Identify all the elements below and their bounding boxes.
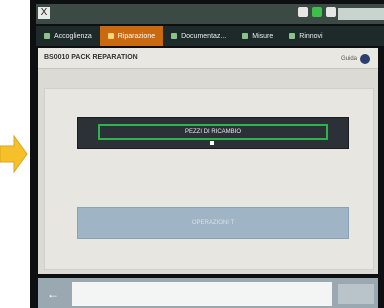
tab-label: Rinnovi xyxy=(299,32,323,40)
help-label: Guida xyxy=(340,56,357,62)
spare-parts-button[interactable]: PEZZI DI RICAMBIO xyxy=(77,117,349,149)
tab-icon xyxy=(44,33,50,39)
main-screen: BS0010 PACK REPARATION Guida PEZZI DI RI… xyxy=(38,48,378,274)
clock xyxy=(338,8,384,20)
connection-icon xyxy=(312,7,322,17)
help-icon xyxy=(360,54,370,64)
back-arrow-icon[interactable]: ← xyxy=(40,284,66,304)
tab-misure[interactable]: Misure xyxy=(234,26,281,46)
tab-icon xyxy=(107,33,114,39)
network-icon xyxy=(326,7,336,17)
settings-icon[interactable] xyxy=(298,7,308,17)
tab-label: Documentaz... xyxy=(181,32,227,40)
tab-icon xyxy=(242,33,249,39)
bottom-right-button[interactable] xyxy=(338,284,374,304)
tab-icon xyxy=(289,33,296,39)
tab-label: Misure xyxy=(252,32,274,40)
page-title: BS0010 PACK REPARATION xyxy=(44,54,138,61)
screen-header: BS0010 PACK REPARATION Guida xyxy=(38,48,378,69)
pointer-arrow-icon xyxy=(0,134,28,174)
operations-button[interactable]: OPERAZIONI T xyxy=(77,207,349,239)
tab-bar: Accoglienza Riparazione Documentaz... Mi… xyxy=(36,26,384,46)
content-panel: PEZZI DI RICAMBIO OPERAZIONI T xyxy=(44,88,374,270)
tab-label: Riparazione xyxy=(117,32,156,40)
tab-rinnovi[interactable]: Rinnovi xyxy=(281,26,330,46)
help-button[interactable]: Guida xyxy=(341,54,370,64)
pointer-cursor xyxy=(210,141,214,145)
tab-label: Accoglienza xyxy=(54,32,92,40)
system-top-bar: X xyxy=(36,4,384,24)
status-icons xyxy=(298,7,336,17)
tab-documentazione[interactable]: Documentaz... xyxy=(163,26,234,46)
bottom-message-field xyxy=(72,282,332,306)
tab-accoglienza[interactable]: Accoglienza xyxy=(36,26,100,46)
device-screen: X Accoglienza Riparazione Documentaz... … xyxy=(30,0,384,308)
close-button[interactable]: X xyxy=(38,7,50,19)
tab-icon xyxy=(171,33,178,39)
bottom-bar: ← xyxy=(38,278,378,308)
tab-riparazione[interactable]: Riparazione xyxy=(99,26,164,46)
selection-highlight: PEZZI DI RICAMBIO xyxy=(98,124,328,140)
